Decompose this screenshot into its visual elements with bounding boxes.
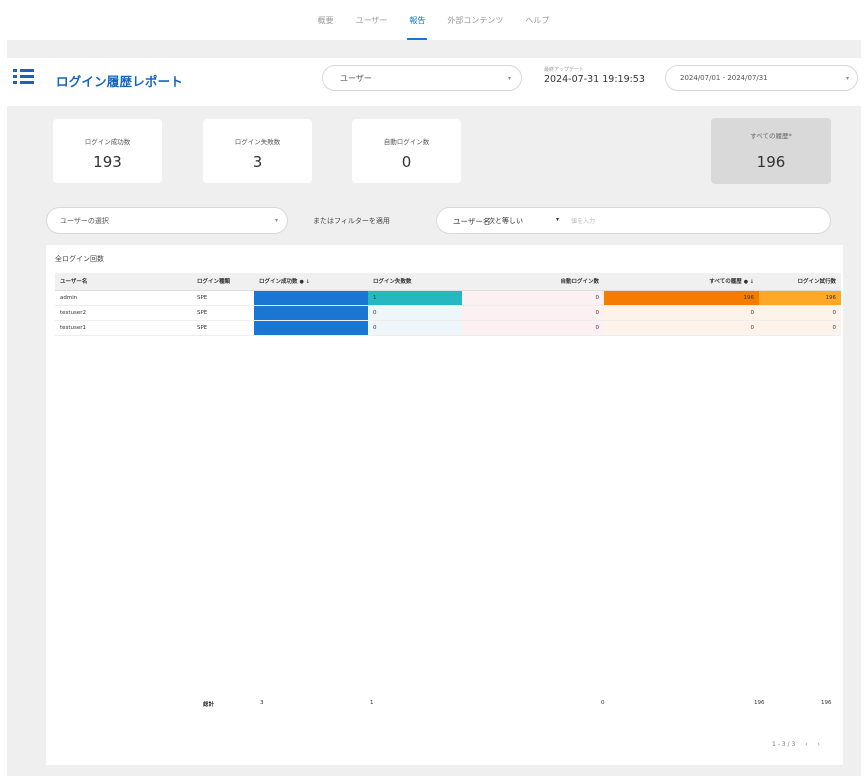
total-attempts: 196: [821, 700, 832, 706]
cell-all-bar: 196: [604, 290, 759, 306]
last-update-label: 最終アップデート: [544, 67, 585, 73]
fail-count-value: 3: [252, 153, 263, 171]
column-header-all-label: すべての履歴: [709, 279, 742, 286]
table-row[interactable]: testuser1 SPE 0 0 0 0 0: [55, 320, 841, 336]
cell-attempts: 0: [759, 320, 841, 336]
cell-type: SPE: [192, 320, 254, 336]
column-header-fail[interactable]: ログイン失敗数: [368, 273, 462, 291]
cell-fail: 0: [368, 320, 462, 336]
user-type-select-value: ユーザー: [340, 74, 372, 83]
pagination-range: 1 - 3 / 3: [772, 741, 796, 748]
login-history-table: ユーザー名 ログイン種類 ログイン成功数 ● ↓ ログイン失敗数 自動ログイン数 …: [55, 273, 841, 336]
cell-type: SPE: [192, 305, 254, 321]
tab-reports[interactable]: 報告: [407, 9, 428, 40]
or-apply-filter-label: またはフィルターを適用: [313, 217, 390, 225]
top-navigation: 概要 ユーザー 報告 外部コンテンツ ヘルプ: [0, 0, 867, 40]
cell-user: admin: [55, 290, 192, 306]
chevron-down-icon: ▾: [275, 217, 279, 224]
all-history-card: すべての履歴* 196: [711, 118, 831, 184]
last-update: 最終アップデート 2024-07-31 19:19:53: [544, 66, 645, 85]
auto-login-value: 0: [401, 153, 412, 171]
list-menu-icon[interactable]: [13, 68, 35, 86]
column-header-success[interactable]: ログイン成功数 ● ↓: [254, 273, 368, 291]
filter-builder[interactable]: ユーザー名 次と等しい ▾ 値を入力: [436, 207, 831, 234]
date-range-picker[interactable]: 2024/07/01 - 2024/07/31 ▾: [665, 65, 858, 91]
fail-count-label: ログイン失敗数: [234, 138, 281, 146]
user-filter-select[interactable]: ユーザーの選択 ▾: [46, 207, 288, 234]
column-header-all[interactable]: すべての履歴 ● ↓: [604, 273, 759, 291]
cell-success-bar: 0: [254, 305, 368, 321]
cell-success-bar: 193: [254, 290, 368, 306]
date-range-value: 2024/07/01 - 2024/07/31: [680, 74, 768, 82]
chevron-down-icon: ▾: [846, 75, 850, 82]
total-fail: 1: [370, 700, 374, 706]
user-filter-placeholder: ユーザーの選択: [60, 217, 109, 225]
page-title: ログイン履歴レポート: [56, 74, 184, 89]
column-header-user[interactable]: ユーザー名: [55, 273, 192, 291]
success-count-value: 193: [93, 153, 122, 171]
success-count-label: ログイン成功数: [84, 138, 131, 146]
tab-users[interactable]: ユーザー: [354, 9, 390, 32]
prev-page-icon[interactable]: ‹: [805, 741, 807, 748]
auto-login-label: 自動ログイン数: [383, 138, 430, 146]
cell-user: testuser2: [55, 305, 192, 321]
cell-type: SPE: [192, 290, 254, 306]
filter-operator[interactable]: 次と等しい: [488, 216, 523, 226]
cell-attempts-bar: 196: [759, 290, 841, 306]
last-update-value: 2024-07-31 19:19:53: [544, 74, 645, 85]
cell-user: testuser1: [55, 320, 192, 336]
cell-auto: 0: [462, 305, 604, 321]
pagination: 1 - 3 / 3 ‹ ›: [772, 741, 820, 748]
column-header-attempts[interactable]: ログイン試行数: [759, 273, 841, 291]
report-header: ログイン履歴レポート ユーザー ▾ 最終アップデート 2024-07-31 19…: [7, 58, 861, 106]
all-history-value: 196: [756, 153, 786, 171]
column-header-type[interactable]: ログイン種類: [192, 273, 254, 291]
cell-fail-bar: 1: [368, 290, 462, 306]
auto-login-card: 自動ログイン数 0: [352, 119, 461, 183]
cell-auto: 0: [462, 290, 604, 306]
cell-all: 0: [604, 305, 759, 321]
cell-attempts: 0: [759, 305, 841, 321]
next-page-icon[interactable]: ›: [818, 741, 820, 748]
tab-overview[interactable]: 概要: [316, 9, 336, 32]
total-all: 196: [754, 700, 765, 706]
cell-success-bar: 0: [254, 320, 368, 336]
filter-value-input[interactable]: 値を入力: [571, 216, 595, 225]
chevron-down-icon: ▾: [508, 75, 512, 82]
all-history-label: すべての履歴*: [750, 132, 792, 140]
cell-auto: 0: [462, 320, 604, 336]
sort-desc-icon: ● ↓: [743, 279, 754, 286]
cell-fail: 0: [368, 305, 462, 321]
chevron-down-icon: ▾: [556, 216, 560, 223]
user-type-select[interactable]: ユーザー ▾: [322, 65, 522, 91]
report-shell: ログイン履歴レポート ユーザー ▾ 最終アップデート 2024-07-31 19…: [7, 40, 861, 776]
table-header-row: ユーザー名 ログイン種類 ログイン成功数 ● ↓ ログイン失敗数 自動ログイン数 …: [55, 273, 841, 291]
table-row[interactable]: admin SPE 193 1 0 196 196: [55, 290, 841, 306]
sort-desc-icon: ● ↓: [299, 279, 310, 286]
success-count-card: ログイン成功数 193: [53, 119, 162, 183]
column-header-success-label: ログイン成功数: [259, 279, 298, 286]
tab-help[interactable]: ヘルプ: [523, 9, 551, 32]
total-auto: 0: [601, 700, 605, 706]
table-row[interactable]: testuser2 SPE 0 0 0 0 0: [55, 305, 841, 321]
tab-external-content[interactable]: 外部コンテンツ: [445, 9, 505, 32]
table-title: 全ログイン回数: [55, 255, 104, 263]
totals-label: 総計: [203, 702, 215, 708]
total-success: 3: [260, 700, 264, 706]
cell-all: 0: [604, 320, 759, 336]
column-header-auto[interactable]: 自動ログイン数: [462, 273, 604, 291]
fail-count-card: ログイン失敗数 3: [203, 119, 312, 183]
login-history-panel: 全ログイン回数 ユーザー名 ログイン種類 ログイン成功数 ● ↓ ログイン失敗数 …: [46, 245, 843, 765]
filter-field[interactable]: ユーザー名: [453, 216, 490, 227]
